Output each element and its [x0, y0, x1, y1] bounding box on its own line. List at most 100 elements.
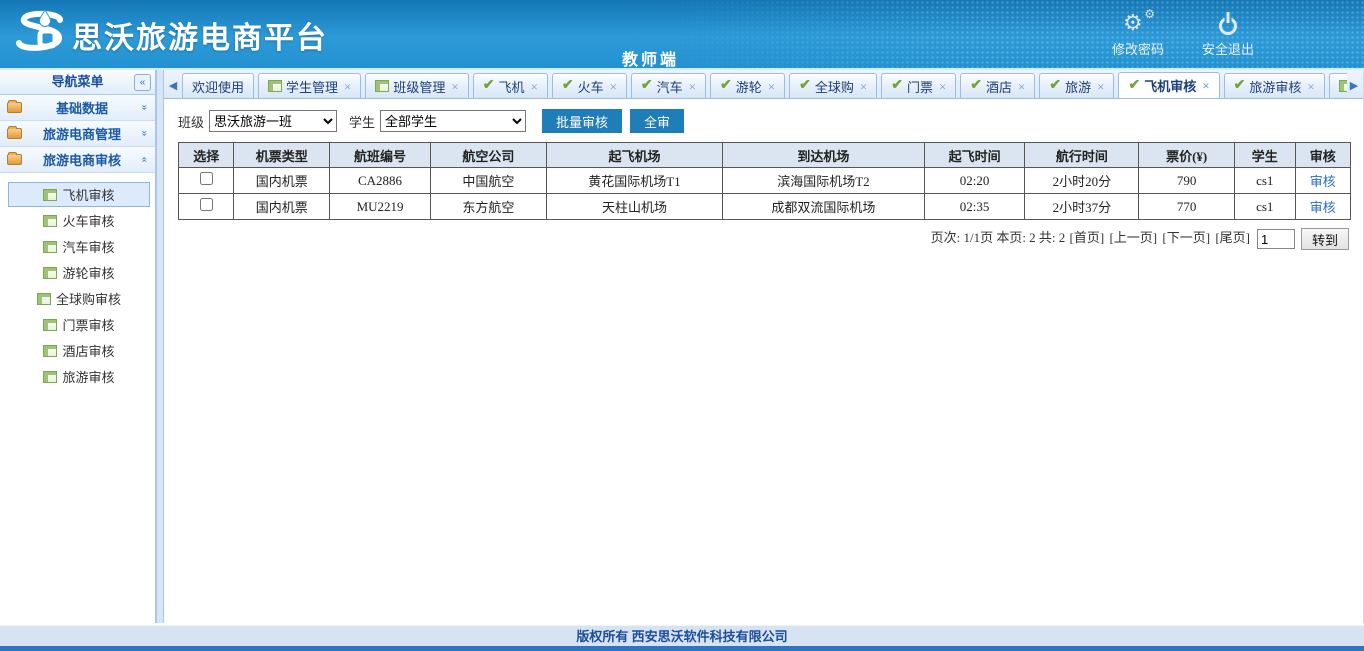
sidebar-section-travel-ecom-management[interactable]: 旅游电商管理»: [0, 121, 155, 147]
sidebar-item-label: 酒店审核: [62, 341, 114, 360]
gear-large-icon: ⚙: [1123, 10, 1143, 36]
row-select-checkbox[interactable]: [200, 172, 213, 185]
first-page-link[interactable]: [首页]: [1070, 230, 1105, 245]
tab-hotel[interactable]: ✔ 酒店 ×: [960, 73, 1035, 98]
cell-select: [179, 194, 234, 220]
row-select-checkbox[interactable]: [200, 198, 213, 211]
sidebar-item-global-shopping-audit[interactable]: 全球购审核: [8, 286, 150, 311]
tab-close-icon[interactable]: ×: [610, 80, 617, 93]
grid-icon: [268, 80, 282, 92]
tab-close-icon[interactable]: ×: [1202, 79, 1209, 92]
tab-label: 全球购: [815, 77, 854, 96]
tab-close-icon[interactable]: ×: [530, 80, 537, 93]
tab-cruise[interactable]: ✔游轮×: [710, 73, 785, 98]
sidebar-item-train-audit[interactable]: 火车审核: [8, 208, 150, 233]
tab-scroll-right-button[interactable]: ▶: [1347, 79, 1361, 98]
tab-flight[interactable]: ✔飞机×: [473, 73, 548, 98]
change-password-button[interactable]: ⚙ ⚙ 修改密码: [1112, 10, 1164, 58]
tab-car[interactable]: ✔ 汽车 ×: [631, 73, 706, 98]
tab-ticket[interactable]: ✔门票×: [881, 73, 956, 98]
tab-close-icon[interactable]: ×: [451, 80, 458, 93]
sidebar-nav: 基础数据»旅游电商管理»旅游电商审核« 飞机审核火车审核汽车审核游轮审核全球购审核…: [0, 95, 155, 396]
logout-button[interactable]: 安全退出: [1202, 11, 1254, 58]
tab-label: 飞机审核: [1144, 76, 1196, 95]
tab-travel-audit[interactable]: ✔旅游审核×: [1224, 73, 1325, 98]
grid-icon: [43, 267, 57, 279]
tab-scroll-left-button[interactable]: ◀: [166, 79, 180, 98]
role-label: 教师端: [622, 46, 679, 70]
tab-student-audit[interactable]: 学生审核×: [1329, 73, 1347, 98]
tab-train[interactable]: ✔火车×: [552, 73, 627, 98]
main-area: 导航菜单 « 基础数据»旅游电商管理»旅游电商审核«飞机审核火车审核汽车审核游轮…: [0, 70, 1364, 623]
tab-label: 酒店: [986, 77, 1012, 96]
tab-global-shopping[interactable]: ✔全球购×: [789, 73, 877, 98]
tab-close-icon[interactable]: ×: [1018, 80, 1025, 93]
sidebar-item-car-audit[interactable]: 汽车审核: [8, 234, 150, 259]
next-page-link[interactable]: [下一页]: [1162, 230, 1210, 245]
column-header: 航班编号: [330, 143, 431, 168]
tab-close-icon[interactable]: ×: [689, 80, 696, 93]
tab-close-icon[interactable]: ×: [768, 80, 775, 93]
tab-class-management[interactable]: 班级管理×: [365, 73, 468, 98]
audit-all-button[interactable]: 全审: [630, 109, 684, 133]
audit-link[interactable]: 审核: [1310, 174, 1336, 189]
tab-label: 门票: [907, 77, 933, 96]
sidebar-collapse-button[interactable]: «: [134, 74, 151, 91]
student-select[interactable]: 全部学生: [380, 110, 526, 132]
check-icon: ✔: [1128, 79, 1140, 93]
column-header: 到达机场: [723, 143, 925, 168]
sidebar-item-travel-audit[interactable]: 旅游审核: [8, 364, 150, 389]
class-select[interactable]: 思沃旅游一班: [209, 110, 337, 132]
goto-page-button[interactable]: 转到: [1301, 228, 1349, 250]
sidebar-section-label: 旅游电商审核: [22, 150, 142, 169]
cell-airline: 东方航空: [430, 194, 546, 220]
sidebar-item-ticket-audit[interactable]: 门票审核: [8, 312, 150, 337]
power-icon: [1217, 11, 1239, 36]
audit-link[interactable]: 审核: [1310, 200, 1336, 215]
last-page-link[interactable]: [尾页]: [1215, 230, 1250, 245]
column-header: 选择: [179, 143, 234, 168]
check-icon: ✔: [970, 79, 982, 93]
tab-strip: 欢迎使用学生管理×班级管理×✔飞机×✔火车×✔汽车×✔游轮×✔全球购×✔门票×✔…: [180, 72, 1347, 98]
sidebar-section-travel-ecom-audit[interactable]: 旅游电商审核«: [0, 147, 155, 173]
tab-close-icon[interactable]: ×: [939, 80, 946, 93]
grid-icon: [1339, 80, 1347, 92]
cell-ticket-type: 国内机票: [234, 194, 330, 220]
tab-close-icon[interactable]: ×: [1097, 80, 1104, 93]
tab-label: 欢迎使用: [192, 77, 244, 96]
tab-label: 汽车: [657, 77, 683, 96]
tab-label: 飞机: [498, 77, 524, 96]
sidebar-section-basic-data[interactable]: 基础数据»: [0, 95, 155, 121]
tab-close-icon[interactable]: ×: [344, 80, 351, 93]
gear-small-icon: ⚙: [1144, 7, 1155, 21]
tab-student-management[interactable]: 学生管理 ×: [258, 73, 361, 98]
tab-label: 游轮: [736, 77, 762, 96]
sidebar-item-hotel-audit[interactable]: 酒店审核: [8, 338, 150, 363]
tab-close-icon[interactable]: ×: [860, 80, 867, 93]
cell-airline: 中国航空: [430, 168, 546, 194]
cell-audit: 审核: [1295, 194, 1351, 220]
column-header: 审核: [1295, 143, 1351, 168]
cell-depart-time: 02:35: [924, 194, 1025, 220]
check-icon: ✔: [641, 79, 653, 93]
tab-flight-audit[interactable]: ✔ 飞机审核 ×: [1118, 72, 1219, 98]
tab-label: 火车: [578, 77, 604, 96]
folder-icon: [7, 154, 22, 165]
tab-label: 旅游: [1065, 77, 1091, 96]
tab-close-icon[interactable]: ×: [1307, 80, 1314, 93]
flight-audit-panel: 班级 思沃旅游一班 学生 全部学生 批量审核 全审 选择机票类型航班编号航空公司…: [164, 99, 1363, 623]
sidebar-item-cruise-audit[interactable]: 游轮审核: [8, 260, 150, 285]
sidebar-item-flight-audit[interactable]: 飞机审核: [8, 182, 150, 207]
prev-page-link[interactable]: [上一页]: [1109, 230, 1157, 245]
sidebar-section-label: 基础数据: [22, 98, 142, 117]
tab-label: 学生管理: [286, 77, 338, 96]
check-icon: ✔: [1234, 79, 1246, 93]
batch-audit-button[interactable]: 批量审核: [542, 109, 622, 133]
column-header: 起飞时间: [924, 143, 1025, 168]
page-number-input[interactable]: [1257, 229, 1295, 249]
filter-toolbar: 班级 思沃旅游一班 学生 全部学生 批量审核 全审: [164, 99, 1363, 133]
tab-welcome[interactable]: 欢迎使用: [182, 73, 254, 98]
footer: 版权所有 西安思沃软件科技有限公司: [0, 625, 1364, 651]
sidebar-splitter[interactable]: [156, 70, 164, 623]
tab-travel[interactable]: ✔旅游×: [1039, 73, 1114, 98]
